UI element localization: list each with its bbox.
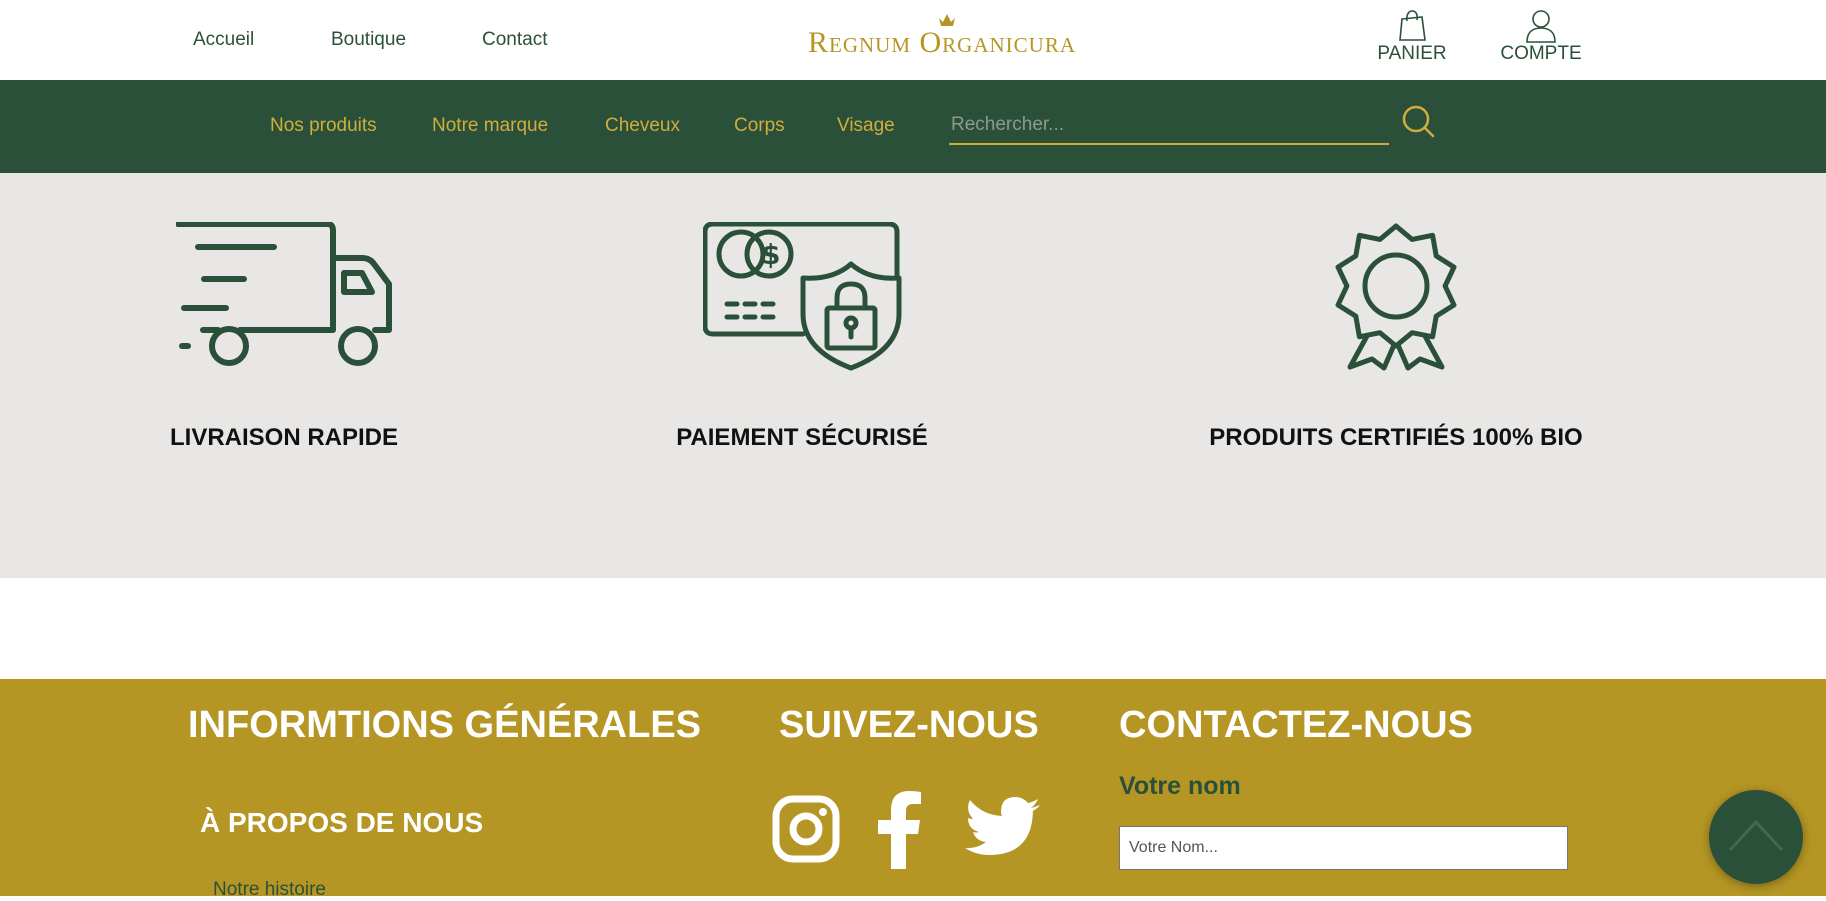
twitter-icon[interactable]	[965, 797, 1041, 861]
cart-label: PANIER	[1377, 43, 1447, 64]
footer-info-heading: INFORMTIONS GÉNÉRALES	[188, 704, 702, 746]
award-badge-icon	[1335, 223, 1457, 371]
footer-follow-heading: SUIVEZ-NOUS	[779, 704, 1039, 746]
user-icon	[1526, 10, 1556, 43]
nav-link-contact[interactable]: Contact	[482, 29, 547, 51]
facebook-icon[interactable]	[876, 791, 922, 869]
nav-link-boutique[interactable]: Boutique	[331, 29, 406, 51]
search-input[interactable]	[949, 107, 1389, 145]
account-label: COMPTE	[1500, 43, 1582, 64]
footer-link-notre-histoire[interactable]: Notre histoire	[213, 879, 326, 901]
cart-button[interactable]: PANIER	[1372, 9, 1452, 65]
secure-payment-icon: $	[703, 222, 902, 371]
contact-name-input[interactable]	[1119, 826, 1568, 870]
instagram-icon[interactable]	[772, 795, 840, 863]
shopping-bag-icon	[1399, 10, 1426, 41]
footer-contact-heading: CONTACTEZ-NOUS	[1119, 704, 1473, 746]
account-button[interactable]: COMPTE	[1494, 9, 1588, 65]
footer-about-heading: À PROPOS DE NOUS	[200, 807, 484, 838]
delivery-truck-icon	[176, 222, 392, 366]
brand-logo[interactable]: Regnum Organicura	[808, 26, 1076, 60]
feature-title-certified: PRODUITS CERTIFIÉS 100% BIO	[1209, 424, 1583, 451]
category-link-nos-produits[interactable]: Nos produits	[270, 115, 377, 137]
category-link-cheveux[interactable]: Cheveux	[605, 115, 680, 137]
scroll-to-top-button[interactable]	[1709, 790, 1803, 884]
chevron-up-icon	[1728, 819, 1784, 852]
nav-link-accueil[interactable]: Accueil	[193, 29, 254, 51]
contact-name-label: Votre nom	[1119, 772, 1241, 800]
category-link-visage[interactable]: Visage	[837, 115, 895, 137]
category-link-corps[interactable]: Corps	[734, 115, 785, 137]
feature-title-payment: PAIEMENT SÉCURISÉ	[676, 424, 928, 451]
category-link-notre-marque[interactable]: Notre marque	[432, 115, 548, 137]
feature-title-delivery: LIVRAISON RAPIDE	[169, 424, 399, 451]
search-icon[interactable]	[1400, 104, 1436, 140]
svg-text:$: $	[761, 238, 780, 271]
